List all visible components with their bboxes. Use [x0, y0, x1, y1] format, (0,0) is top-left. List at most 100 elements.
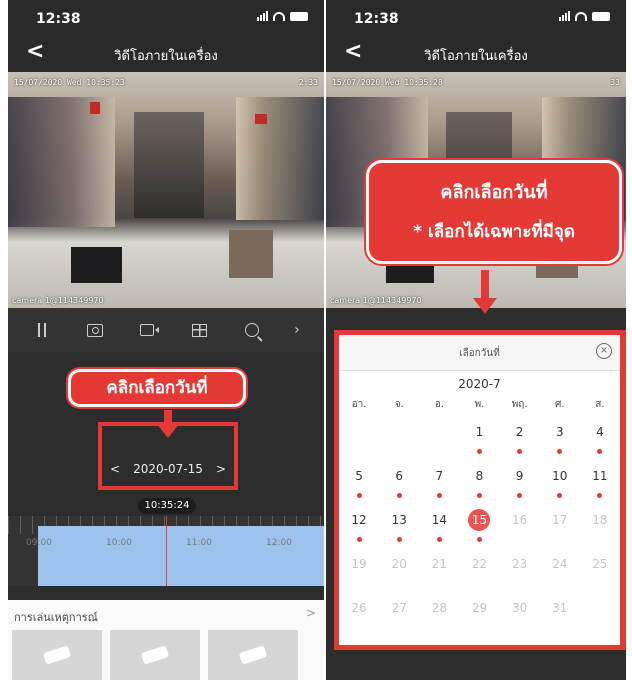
signal-icon [257, 11, 268, 21]
left-screenshot: 12:38 < วิดีโอภายในเครื่อง 15/07/2020 We… [8, 0, 324, 680]
calendar-day[interactable]: 5 [339, 463, 379, 507]
calendar-day[interactable]: 8 [459, 463, 499, 507]
month-label: 2020-7 [458, 377, 501, 391]
camera-label: camera 1@114349970 [12, 296, 104, 305]
recording-dot [476, 449, 482, 454]
recording-dot [517, 493, 523, 498]
weekday-header: อา. จ. อ. พ. พฤ. ศ. ส. [339, 397, 620, 412]
event-thumbnail[interactable] [208, 630, 298, 680]
scene-doorway [134, 112, 204, 219]
scene-box [229, 230, 274, 278]
date-picker-title: เลือกวันที่ [459, 348, 500, 359]
chevron-right-icon[interactable]: › [294, 322, 300, 338]
calendar-day[interactable]: 15 [459, 507, 499, 551]
event-thumbnail[interactable] [12, 630, 102, 680]
events-section: การเล่นเหตุการณ์ > [8, 600, 324, 680]
annotation-arrow [472, 270, 498, 314]
day-number: 21 [431, 557, 447, 571]
battery-icon [592, 11, 610, 21]
calendar-day[interactable]: 9 [500, 463, 540, 507]
calendar-empty-cell [580, 595, 620, 639]
events-title[interactable]: การเล่นเหตุการณ์ [14, 608, 98, 626]
day-number: 4 [596, 425, 604, 439]
nav-bar: < วิดีโอภายในเครื่อง [8, 36, 324, 72]
day-number: 16 [511, 513, 528, 527]
day-number: 2 [515, 425, 524, 439]
zoom-button[interactable] [242, 320, 262, 340]
chevron-right-icon[interactable]: > [306, 606, 316, 620]
page-title: วิดีโอภายในเครื่อง [114, 49, 218, 64]
nav-bar: < วิดีโอภายในเครื่อง [326, 36, 626, 72]
calendar-day[interactable]: 10 [540, 463, 580, 507]
date-value[interactable]: 2020-07-15 [133, 462, 203, 476]
scene-shelf-left [8, 97, 116, 227]
osd-right: 2:33 [298, 78, 318, 87]
battery-icon [290, 11, 308, 21]
weekday-label: พฤ. [511, 399, 528, 410]
date-selector[interactable]: < 2020-07-15 > [104, 462, 232, 476]
status-icons [559, 11, 610, 21]
cctv-icon [42, 645, 72, 665]
calendar-day[interactable]: 12 [339, 507, 379, 551]
day-number: 25 [592, 557, 608, 571]
day-number: 18 [592, 513, 608, 527]
day-number: 9 [515, 469, 524, 483]
calendar-day: 16 [500, 507, 540, 551]
day-number: 26 [351, 601, 367, 615]
close-icon[interactable]: × [596, 343, 612, 359]
calendar-day[interactable]: 13 [379, 507, 419, 551]
weekday-label: พ. [474, 399, 485, 410]
calendar-day[interactable]: 6 [379, 463, 419, 507]
calendar-day[interactable]: 2 [500, 419, 540, 463]
layout-button[interactable] [189, 320, 209, 340]
calendar-day[interactable]: 4 [580, 419, 620, 463]
pause-icon[interactable] [32, 320, 52, 340]
osd-timestamp: 15/07/2020 Wed 10:35:23 [14, 78, 125, 87]
camera-icon [86, 323, 103, 337]
day-number: 12 [351, 513, 367, 527]
day-number: 10 [552, 469, 568, 483]
calendar-day: 19 [339, 551, 379, 595]
prev-date-button[interactable]: < [110, 462, 120, 476]
signal-icon [559, 11, 570, 21]
recording-dot [356, 537, 362, 542]
day-number: 23 [511, 557, 528, 571]
day-number: 24 [552, 557, 568, 571]
day-number: 13 [391, 513, 407, 527]
calendar-day: 26 [339, 595, 379, 639]
calendar-day: 21 [419, 551, 459, 595]
recording-dot [436, 537, 442, 542]
camera-label: camera 1@114349970 [330, 296, 422, 305]
recording-dot [396, 537, 402, 542]
calendar-day[interactable]: 3 [540, 419, 580, 463]
calendar-day: 29 [459, 595, 499, 639]
calendar-day[interactable]: 11 [580, 463, 620, 507]
timeline[interactable]: 09:00 10:00 11:00 12:00 [8, 516, 324, 586]
calendar-day[interactable]: 14 [419, 507, 459, 551]
event-thumbnail[interactable] [110, 630, 200, 680]
event-thumbnails [12, 630, 298, 680]
calendar-day: 17 [540, 507, 580, 551]
snapshot-button[interactable] [85, 320, 105, 340]
scene-sign [255, 114, 268, 124]
day-number: 17 [552, 513, 568, 527]
status-bar: 12:38 [8, 0, 324, 36]
video-player[interactable]: 15/07/2020 Wed 10:35:23 2:33 camera 1@11… [8, 72, 324, 308]
next-date-button[interactable]: > [216, 462, 226, 476]
calendar-day[interactable]: 7 [419, 463, 459, 507]
callout-line-1: คลิกเลือกวันที่ [440, 182, 548, 203]
calendar-day[interactable]: 1 [459, 419, 499, 463]
arrow-shaft [481, 270, 489, 300]
status-bar: 12:38 [326, 0, 626, 36]
day-number: 7 [435, 469, 444, 483]
date-highlight-box [98, 422, 238, 490]
day-number: 6 [395, 469, 404, 483]
osd-right: 33 [610, 78, 620, 87]
recording-dot [356, 493, 362, 498]
day-number: 11 [592, 469, 608, 483]
calendar-empty-cell [379, 419, 419, 463]
record-button[interactable] [137, 320, 159, 340]
calendar-day: 22 [459, 551, 499, 595]
weekday-label: อ. [434, 399, 444, 410]
calendar-day: 20 [379, 551, 419, 595]
